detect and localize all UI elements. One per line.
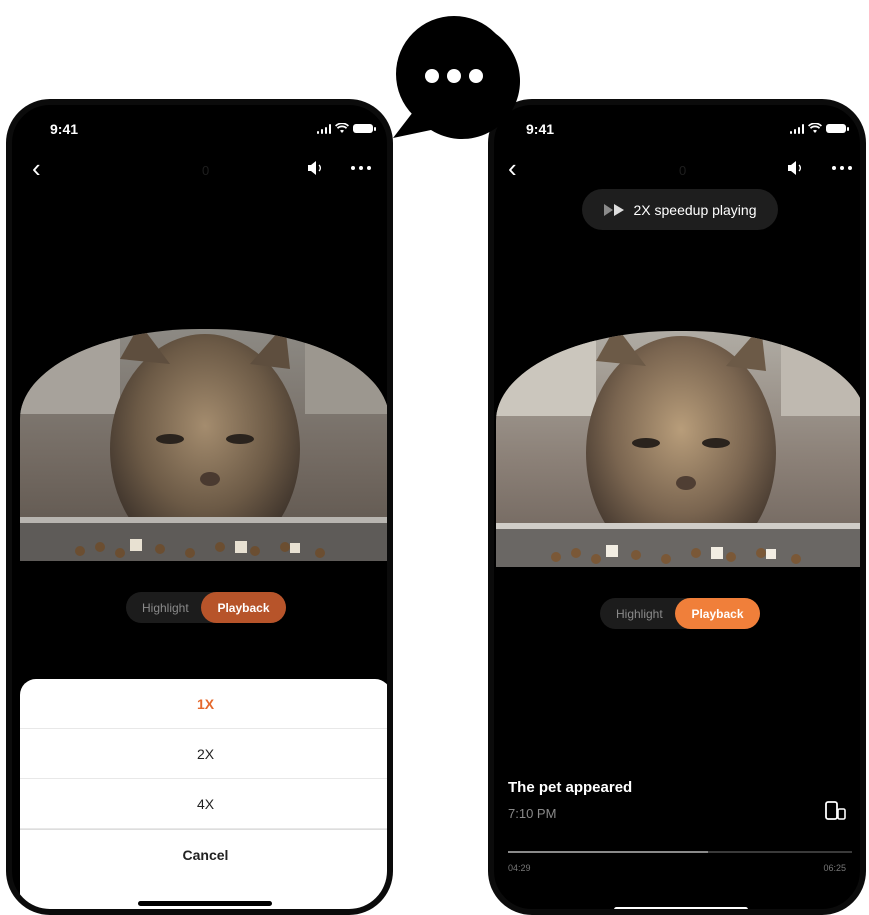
- more-button[interactable]: [832, 166, 852, 170]
- more-dots-icon: [425, 69, 439, 83]
- speed-option-4x[interactable]: 4X: [20, 779, 387, 829]
- video-player[interactable]: [20, 329, 387, 561]
- fast-forward-icon: [603, 203, 624, 216]
- cat-video-frame: [20, 329, 387, 561]
- signal-icon: [789, 123, 804, 134]
- battery-icon: [826, 124, 849, 133]
- speed-sheet: 1X 2X 4X Cancel: [20, 679, 387, 909]
- speed-toast: 2X speedup playing: [582, 189, 778, 230]
- home-indicator: [614, 907, 748, 909]
- nav-title: 0: [202, 163, 210, 178]
- event-title: The pet appeared: [508, 779, 633, 796]
- video-player[interactable]: [496, 331, 860, 567]
- progress-fill: [508, 851, 708, 853]
- back-button[interactable]: ‹: [32, 155, 41, 181]
- toast-text: 2X speedup playing: [633, 201, 757, 218]
- playback-tab[interactable]: Playback: [675, 598, 760, 629]
- battery-icon: [353, 124, 376, 133]
- back-button[interactable]: ‹: [508, 155, 517, 181]
- total-time: 06:25: [823, 863, 846, 873]
- mode-toggle: Highlight Playback: [600, 598, 760, 629]
- phone-left: 9:41 ‹ 0 Highlight Playback 1X 2X 4X Can…: [6, 99, 393, 915]
- speed-option-1x[interactable]: 1X: [20, 679, 387, 729]
- cat-video-frame: [496, 331, 860, 567]
- highlight-tab[interactable]: Highlight: [126, 601, 199, 615]
- cancel-button[interactable]: Cancel: [20, 829, 387, 879]
- event-time: 7:10 PM: [508, 806, 557, 821]
- mode-toggle: Highlight Playback: [126, 592, 286, 623]
- speed-option-2x[interactable]: 2X: [20, 729, 387, 779]
- signal-icon: [316, 123, 331, 134]
- progress-bar[interactable]: [508, 851, 852, 853]
- status-time: 9:41: [50, 121, 79, 137]
- wifi-icon: [335, 123, 349, 133]
- more-callout-bubble: [393, 16, 521, 139]
- playback-tab[interactable]: Playback: [201, 592, 286, 623]
- nav-title: 0: [679, 163, 687, 178]
- more-button[interactable]: [351, 166, 371, 170]
- speaker-icon[interactable]: [307, 160, 327, 176]
- elapsed-time: 04:29: [508, 863, 531, 873]
- speaker-icon[interactable]: [787, 160, 807, 176]
- highlight-tab[interactable]: Highlight: [600, 607, 673, 621]
- wifi-icon: [808, 123, 822, 133]
- phone-device-icon[interactable]: [825, 801, 847, 821]
- status-time: 9:41: [526, 121, 555, 137]
- status-icons: [316, 123, 376, 134]
- home-indicator: [138, 901, 272, 906]
- status-icons: [789, 123, 849, 134]
- phone-right: 9:41 ‹ 0 2X speedup playing Highlight Pl…: [488, 99, 866, 915]
